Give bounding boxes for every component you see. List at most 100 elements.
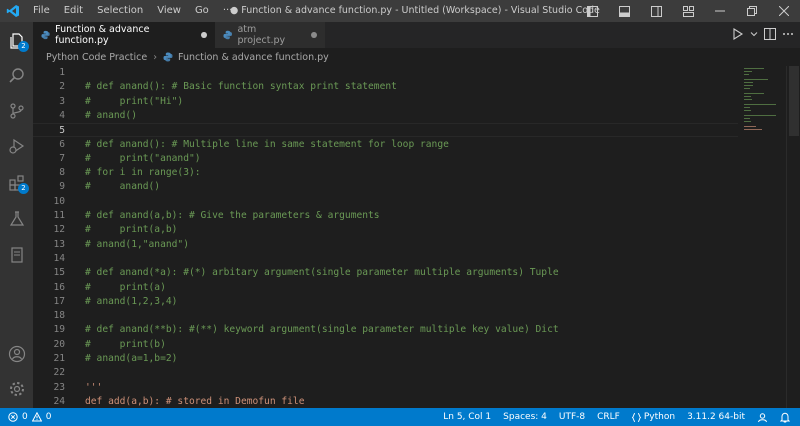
- vertical-scrollbar[interactable]: [786, 66, 800, 408]
- line-number: 7: [59, 152, 65, 164]
- code-line[interactable]: 17 # anand(1,2,3,4): [33, 295, 738, 309]
- python-interpreter[interactable]: 3.11.2 64-bit: [681, 412, 751, 422]
- code-editor[interactable]: 1 2 # def anand(): # Basic function syntax…: [33, 66, 800, 408]
- code-line[interactable]: 19 # def anand(**b): #(**) keyword argume…: [33, 323, 738, 337]
- feedback-icon[interactable]: [751, 412, 774, 423]
- code-line[interactable]: 3 # print("Hi"): [33, 95, 738, 109]
- minimize-icon[interactable]: [704, 0, 736, 22]
- breadcrumb: Python Code Practice › Function & advanc…: [33, 48, 800, 66]
- code-line[interactable]: 11 # def anand(a,b): # Give the parameter…: [33, 209, 738, 223]
- scrollbar-thumb[interactable]: [789, 66, 799, 136]
- code-line[interactable]: 7 # print("anand"): [33, 152, 738, 166]
- cursor-position[interactable]: Ln 5, Col 1: [437, 412, 497, 422]
- unsaved-dot-icon[interactable]: [311, 32, 318, 38]
- restore-icon[interactable]: [736, 0, 768, 22]
- code-line[interactable]: 14: [33, 252, 738, 266]
- code-line[interactable]: 13 # anand(1,"anand"): [33, 238, 738, 252]
- minimap-line: [744, 115, 776, 116]
- line-number: 18: [53, 310, 65, 322]
- unsaved-dot-icon[interactable]: [201, 32, 207, 38]
- run-debug-icon[interactable]: [0, 129, 33, 163]
- line-number: 24: [53, 395, 65, 407]
- customize-layout-icon[interactable]: [672, 0, 704, 22]
- menu-selection[interactable]: Selection: [90, 0, 150, 22]
- settings-gear-icon[interactable]: [0, 372, 33, 406]
- language-mode[interactable]: Python: [626, 412, 681, 422]
- code-line[interactable]: 22: [33, 366, 738, 380]
- line-number: 12: [53, 224, 65, 236]
- python-file-icon: [163, 52, 173, 62]
- account-icon[interactable]: [0, 337, 33, 371]
- code-text: # def anand(**b): #(**) keyword argument…: [85, 324, 559, 336]
- code-text: # for i in range(3):: [85, 167, 201, 179]
- code-line[interactable]: 21 # anand(a=1,b=2): [33, 352, 738, 366]
- code-line[interactable]: 8 # for i in range(3):: [33, 166, 738, 180]
- line-number: 2: [59, 81, 65, 93]
- code-text: # def anand(): # Basic function syntax p…: [85, 81, 397, 93]
- minimap-line: [744, 71, 752, 72]
- notebook-icon[interactable]: [0, 238, 33, 272]
- code-line[interactable]: 20 # print(b): [33, 338, 738, 352]
- problems-indicator[interactable]: 0 0: [0, 412, 51, 422]
- code-line[interactable]: 23 ''': [33, 381, 738, 395]
- menu-view[interactable]: View: [150, 0, 188, 22]
- close-icon[interactable]: [768, 0, 800, 22]
- error-count: 0: [22, 412, 28, 422]
- indentation[interactable]: Spaces: 4: [497, 412, 553, 422]
- minimap-line: [744, 99, 752, 100]
- source-control-icon[interactable]: [0, 94, 33, 128]
- code-line[interactable]: 15 # def anand(*a): #(*) arbitary argumen…: [33, 266, 738, 280]
- menu-edit[interactable]: Edit: [57, 0, 90, 22]
- menu-file[interactable]: File: [26, 0, 57, 22]
- minimap-line: [744, 121, 751, 122]
- bell-icon[interactable]: [774, 412, 796, 423]
- menu-go[interactable]: Go: [188, 0, 216, 22]
- code-line[interactable]: 16 # print(a): [33, 281, 738, 295]
- language-label: Python: [643, 412, 676, 422]
- extensions-icon[interactable]: 2: [0, 166, 33, 200]
- code-text: # def anand(*a): #(*) arbitary argument(…: [85, 267, 559, 279]
- testing-icon[interactable]: [0, 202, 33, 236]
- code-text: # anand(1,2,3,4): [85, 295, 178, 307]
- layout-toggle-icon[interactable]: [576, 0, 608, 22]
- more-icon[interactable]: [782, 28, 794, 43]
- line-number: 3: [59, 95, 65, 107]
- line-number: 11: [53, 210, 65, 221]
- code-line[interactable]: 1: [33, 66, 738, 80]
- warning-icon: [31, 412, 42, 422]
- tab-function-advance[interactable]: Function & advance function.py: [33, 22, 215, 48]
- python-file-icon: [223, 30, 233, 40]
- files-icon[interactable]: 2: [0, 24, 33, 58]
- line-number: 10: [53, 195, 65, 207]
- minimap[interactable]: [738, 66, 786, 408]
- minimap-line: [744, 129, 762, 130]
- breadcrumb-folder[interactable]: Python Code Practice: [46, 52, 147, 63]
- code-line[interactable]: 4 # anand(): [33, 109, 738, 123]
- minimap-line: [744, 93, 764, 94]
- code-line[interactable]: 5: [33, 123, 738, 138]
- code-line[interactable]: 10: [33, 195, 738, 209]
- code-line[interactable]: 6 # def anand(): # Multiple line in same …: [33, 138, 738, 152]
- code-line[interactable]: 24 def add(a,b): # stored in Demofun file: [33, 395, 738, 408]
- code-line[interactable]: 18: [33, 309, 738, 323]
- line-number: 8: [59, 167, 65, 179]
- line-number: 1: [59, 67, 65, 78]
- line-ending[interactable]: CRLF: [591, 412, 626, 422]
- code-line[interactable]: 2 # def anand(): # Basic function syntax …: [33, 80, 738, 94]
- sidebar-toggle-icon[interactable]: [640, 0, 672, 22]
- split-editor-icon[interactable]: [764, 27, 776, 43]
- line-number: 16: [53, 281, 65, 293]
- line-number: 23: [53, 381, 65, 393]
- tab-atm-project[interactable]: atm project.py: [215, 22, 325, 48]
- search-icon[interactable]: [0, 59, 33, 93]
- line-number: 4: [59, 109, 65, 121]
- code-text: # def anand(): # Multiple line in same s…: [85, 138, 449, 150]
- code-line[interactable]: 9 # anand(): [33, 180, 738, 194]
- encoding[interactable]: UTF-8: [553, 412, 591, 422]
- chevron-down-icon[interactable]: [750, 30, 758, 41]
- window-title: ● Function & advance function.py - Untit…: [230, 5, 600, 16]
- code-line[interactable]: 12 # print(a,b): [33, 223, 738, 237]
- breadcrumb-file[interactable]: Function & advance function.py: [178, 52, 329, 63]
- panel-toggle-icon[interactable]: [608, 0, 640, 22]
- run-icon[interactable]: [732, 27, 744, 43]
